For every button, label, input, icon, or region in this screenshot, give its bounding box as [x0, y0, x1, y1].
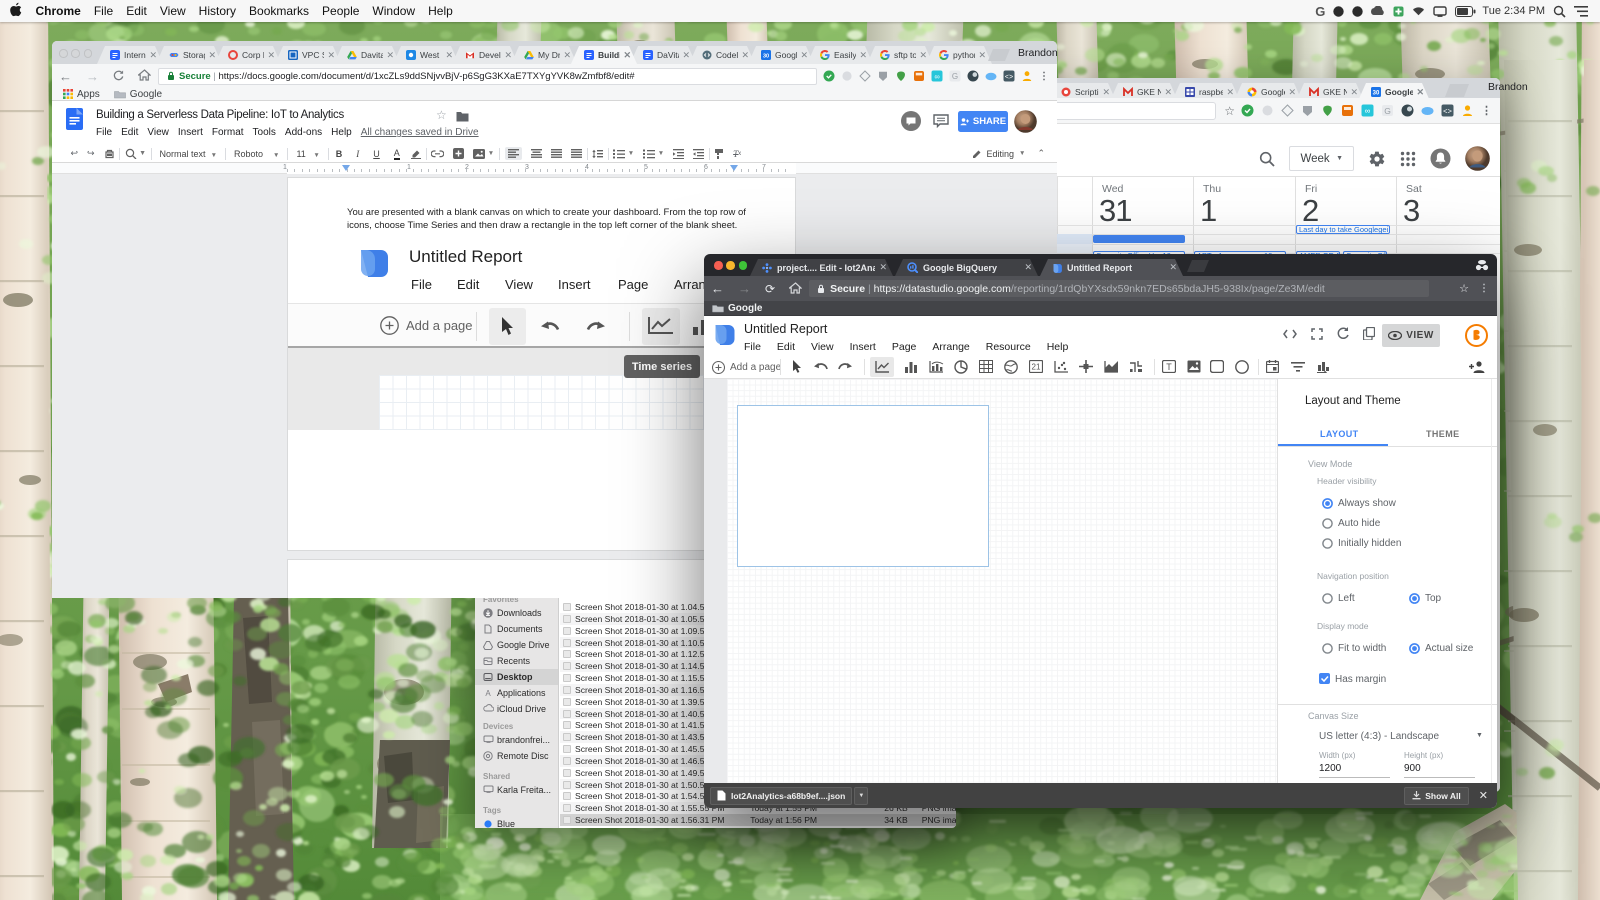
svg-text:21: 21 — [1032, 363, 1041, 372]
svg-text:<>: <> — [1443, 109, 1453, 117]
svg-text:30: 30 — [1373, 91, 1380, 97]
svg-text:T: T — [1166, 362, 1172, 372]
svg-text:<>: <> — [1005, 74, 1013, 82]
svg-text:∞: ∞ — [934, 72, 939, 81]
svg-text:∞: ∞ — [1365, 107, 1371, 116]
svg-text:G: G — [952, 72, 958, 81]
svg-text:A: A — [485, 689, 491, 698]
svg-text:30: 30 — [763, 54, 769, 60]
svg-text:G: G — [1384, 106, 1391, 116]
